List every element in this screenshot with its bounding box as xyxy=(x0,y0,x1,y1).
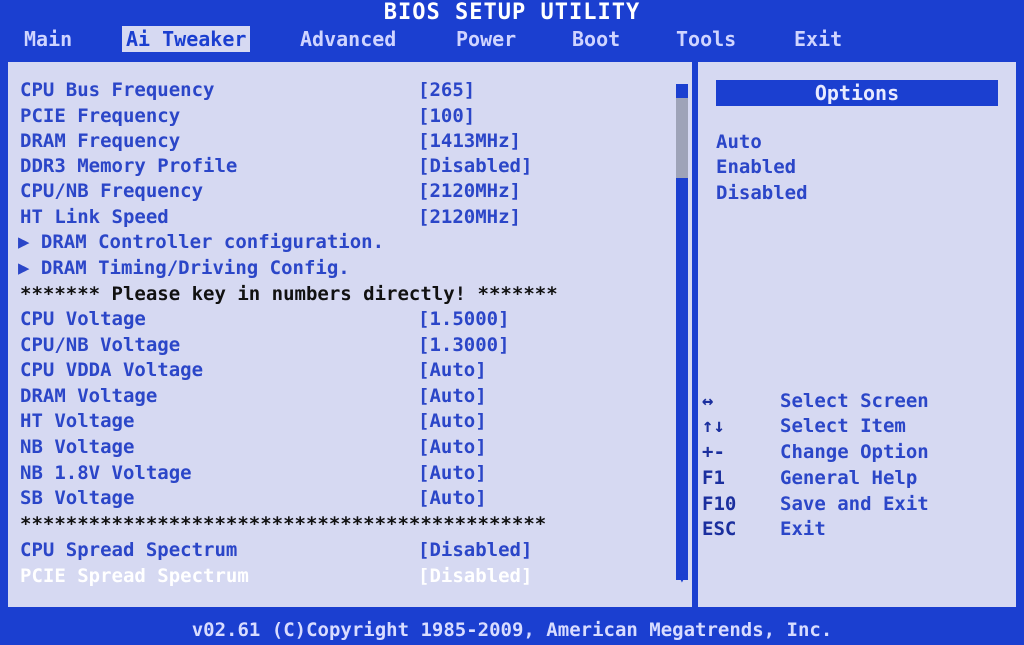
setting-value[interactable]: [265] xyxy=(418,78,475,102)
help-panel: Options Auto Enabled Disabled ↔ Select S… xyxy=(698,62,1016,607)
setting-label: HT Voltage xyxy=(20,410,135,432)
option-item[interactable]: Disabled xyxy=(716,181,808,205)
setting-label: CPU VDDA Voltage xyxy=(20,359,204,381)
setting-value[interactable]: [1413MHz] xyxy=(418,129,521,153)
key-description: Select Screen xyxy=(780,390,929,412)
tab-main[interactable]: Main xyxy=(20,26,76,52)
setting-label: CPU/NB Voltage xyxy=(20,334,181,356)
f1-key: F1 xyxy=(702,467,725,489)
key-description: Exit xyxy=(780,518,826,540)
f10-key: F10 xyxy=(702,493,737,515)
tab-ai-tweaker[interactable]: Ai Tweaker xyxy=(122,26,251,52)
key-description: Change Option xyxy=(780,441,929,463)
setting-label: HT Link Speed xyxy=(20,206,169,228)
setting-label: CPU Bus Frequency xyxy=(20,79,215,101)
scrollbar-thumb[interactable] xyxy=(676,98,688,178)
setting-label: CPU Voltage xyxy=(20,308,146,330)
option-item[interactable]: Enabled xyxy=(716,155,796,179)
tab-tools[interactable]: Tools xyxy=(672,26,740,52)
setting-label: SB Voltage xyxy=(20,487,135,509)
setting-label: DDR3 Memory Profile xyxy=(20,155,238,177)
esc-key: ESC xyxy=(702,518,737,540)
menu-bar: Main Ai Tweaker Advanced Power Boot Tool… xyxy=(0,26,1024,52)
setting-value[interactable]: [100] xyxy=(418,104,475,128)
setting-value[interactable]: [1.3000] xyxy=(418,333,510,357)
tab-boot[interactable]: Boot xyxy=(568,26,624,52)
note-text: ******* Please key in numbers directly! … xyxy=(20,283,558,305)
setting-label: PCIE Spread Spectrum xyxy=(20,565,249,587)
key-description: General Help xyxy=(780,467,918,489)
tab-exit[interactable]: Exit xyxy=(790,26,846,52)
setting-label: PCIE Frequency xyxy=(20,105,181,127)
submenu-label: ▶ DRAM Controller configuration. xyxy=(18,231,385,253)
scroll-down-icon[interactable]: ▼ xyxy=(674,570,690,586)
setting-value[interactable]: [2120MHz] xyxy=(418,205,521,229)
setting-value[interactable]: [Auto] xyxy=(418,461,487,485)
setting-label: DRAM Frequency xyxy=(20,130,181,152)
bios-title: BIOS SETUP UTILITY xyxy=(383,0,641,25)
key-description: Save and Exit xyxy=(780,493,929,515)
tab-advanced[interactable]: Advanced xyxy=(296,26,400,52)
setting-label: DRAM Voltage xyxy=(20,385,158,407)
setting-value[interactable]: [Auto] xyxy=(418,384,487,408)
setting-label: NB Voltage xyxy=(20,436,135,458)
setting-value[interactable]: [Auto] xyxy=(418,409,487,433)
tab-power[interactable]: Power xyxy=(452,26,520,52)
option-item[interactable]: Auto xyxy=(716,130,762,154)
scroll-up-icon[interactable]: ▲ xyxy=(674,80,690,96)
setting-value[interactable]: [Auto] xyxy=(418,435,487,459)
copyright-footer: v02.61 (C)Copyright 1985-2009, American … xyxy=(191,619,833,641)
setting-label: NB 1.8V Voltage xyxy=(20,462,192,484)
separator-text: ****************************************… xyxy=(20,513,547,535)
plus-minus-key: +- xyxy=(702,441,725,463)
options-header: Options xyxy=(716,80,998,106)
setting-value[interactable]: [2120MHz] xyxy=(418,179,521,203)
setting-value[interactable]: [1.5000] xyxy=(418,307,510,331)
setting-value[interactable]: [Disabled] xyxy=(418,154,532,178)
arrows-left-right-icon: ↔ xyxy=(702,390,714,412)
setting-value[interactable]: [Disabled] xyxy=(418,564,532,588)
setting-value[interactable]: [Auto] xyxy=(418,358,487,382)
key-description: Select Item xyxy=(780,415,906,437)
settings-panel: CPU Bus Frequency [265] PCIE Frequency [… xyxy=(8,62,692,607)
setting-value[interactable]: [Disabled] xyxy=(418,538,532,562)
setting-label: CPU Spread Spectrum xyxy=(20,539,238,561)
setting-label: CPU/NB Frequency xyxy=(20,180,204,202)
arrows-up-down-icon: ↑↓ xyxy=(702,415,725,437)
submenu-label: ▶ DRAM Timing/Driving Config. xyxy=(18,257,350,279)
setting-value[interactable]: [Auto] xyxy=(418,486,487,510)
